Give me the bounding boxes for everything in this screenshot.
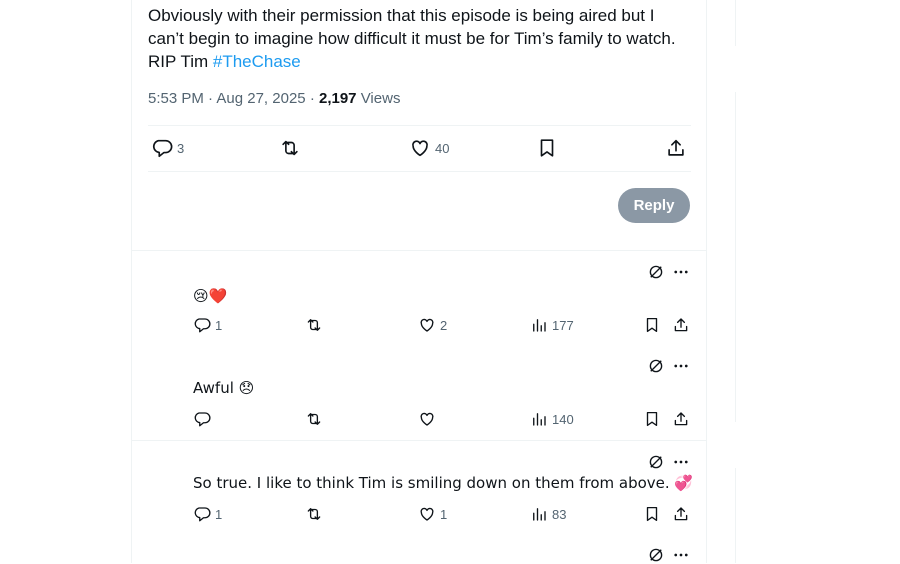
reply-item[interactable]: So true. I like to think Tim is smiling …: [132, 444, 706, 534]
timeline-column: Obviously with their permission that thi…: [131, 0, 707, 563]
like-count: 40: [435, 140, 450, 156]
bookmark-icon[interactable]: [643, 410, 661, 428]
reply-icon: [193, 316, 211, 334]
reply-views-button[interactable]: 177: [530, 316, 574, 334]
reply-retweet-button[interactable]: [305, 316, 323, 334]
heart-icon: [418, 316, 436, 334]
tweet-reply-button[interactable]: 3: [151, 137, 184, 159]
reply-like-button[interactable]: 1: [418, 505, 447, 523]
more-icon[interactable]: [672, 546, 690, 564]
views-count: 140: [552, 411, 574, 427]
bookmark-icon[interactable]: [643, 316, 661, 334]
divider: [148, 125, 691, 126]
section-divider: [132, 440, 706, 441]
hashtag-link[interactable]: #TheChase: [213, 52, 301, 71]
analytics-icon: [530, 505, 548, 523]
like-count: 2: [440, 317, 448, 333]
section-divider: [132, 250, 706, 251]
share-icon[interactable]: [672, 410, 690, 428]
heart-icon: [409, 137, 431, 159]
like-count: 1: [440, 506, 448, 522]
divider: [148, 171, 691, 172]
more-icon[interactable]: [672, 453, 690, 471]
retweet-icon: [305, 505, 323, 523]
reply-item[interactable]: Awful 😞 140: [132, 349, 706, 439]
reply-text: So true. I like to think Tim is smiling …: [193, 474, 694, 492]
retweet-icon: [279, 137, 301, 159]
share-icon[interactable]: [672, 316, 690, 334]
sidebar-border-top: [735, 0, 736, 46]
reply-text: Awful 😞: [193, 379, 255, 397]
reply-views-button[interactable]: 83: [530, 505, 566, 523]
heart-icon: [418, 410, 436, 428]
views-count: 83: [552, 506, 567, 522]
reply-icon: [151, 137, 173, 159]
meta-separator: ·: [208, 90, 214, 107]
grok-icon[interactable]: [647, 546, 665, 564]
heart-icon: [418, 505, 436, 523]
tweet-text-line-1: Obviously with their permission that thi…: [148, 6, 655, 25]
reply-count: 1: [215, 317, 223, 333]
tweet-time[interactable]: 5:53 PM: [148, 90, 204, 107]
bookmark-icon: [536, 137, 558, 159]
reply-count: 3: [177, 140, 185, 156]
tweet-date[interactable]: Aug 27, 2025: [216, 90, 305, 107]
bookmark-icon[interactable]: [643, 505, 661, 523]
reply-views-button[interactable]: 140: [530, 410, 574, 428]
tweet-text-rip: RIP Tim: [148, 52, 213, 71]
meta-separator: ·: [309, 90, 315, 107]
tweet-text-line-3: RIP Tim #TheChase: [148, 50, 693, 73]
reply-count: 1: [215, 506, 223, 522]
retweet-icon: [305, 410, 323, 428]
reply-item[interactable]: 😢❤️ 1 2 177: [132, 255, 706, 345]
sidebar-border-mid: [735, 92, 736, 422]
share-icon: [665, 137, 687, 159]
reply-like-button[interactable]: [418, 410, 436, 428]
more-icon[interactable]: [672, 357, 690, 375]
tweet-metadata: 5:53 PM · Aug 27, 2025 · 2,197 Views: [148, 90, 400, 107]
reply-retweet-button[interactable]: [305, 410, 323, 428]
tweet-text-line-2: can’t begin to imagine how difficult it …: [148, 29, 676, 48]
reply-icon: [193, 505, 211, 523]
reply-reply-button[interactable]: [193, 410, 211, 428]
views-count: 177: [552, 317, 574, 333]
grok-icon[interactable]: [647, 263, 665, 281]
tweet-share-button[interactable]: [665, 137, 687, 159]
views-count: 2,197: [318, 90, 357, 107]
reply-reply-button[interactable]: 1: [193, 505, 222, 523]
tweet-bookmark-button[interactable]: [536, 137, 558, 159]
analytics-icon: [530, 316, 548, 334]
share-icon[interactable]: [672, 505, 690, 523]
reply-text: 😢❤️: [193, 287, 228, 305]
retweet-icon: [305, 316, 323, 334]
analytics-icon: [530, 410, 548, 428]
reply-reply-button[interactable]: 1: [193, 316, 222, 334]
tweet-like-button[interactable]: 40: [409, 137, 449, 159]
reply-retweet-button[interactable]: [305, 505, 323, 523]
tweet-retweet-button[interactable]: [279, 137, 301, 159]
sidebar-border-bottom: [735, 468, 736, 563]
views-label: Views: [360, 90, 401, 107]
reply-icon: [193, 410, 211, 428]
grok-icon[interactable]: [647, 357, 665, 375]
reply-like-button[interactable]: 2: [418, 316, 447, 334]
more-icon[interactable]: [672, 263, 690, 281]
grok-icon[interactable]: [647, 453, 665, 471]
tweet-text: Obviously with their permission that thi…: [148, 4, 693, 73]
reply-submit-button[interactable]: Reply: [618, 188, 690, 223]
